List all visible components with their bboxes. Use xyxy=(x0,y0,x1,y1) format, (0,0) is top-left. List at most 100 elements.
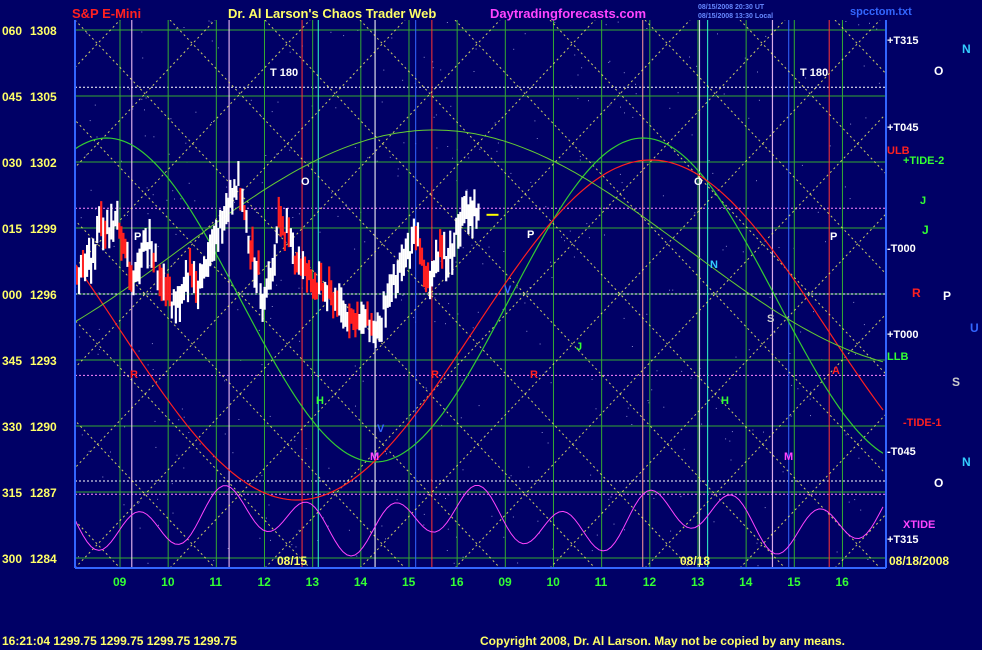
star-dot xyxy=(170,118,172,120)
date-label: 08/18 xyxy=(680,554,710,568)
star-dot xyxy=(764,507,766,509)
planet-label: R xyxy=(912,286,921,300)
star-dot xyxy=(337,215,339,217)
star-dot xyxy=(153,136,155,138)
star-dot xyxy=(669,289,670,291)
star-dot xyxy=(270,317,272,319)
in-chart-label: T 180 xyxy=(800,67,828,79)
star-dot xyxy=(713,521,715,523)
star-dot xyxy=(425,387,427,389)
star-dot xyxy=(477,311,479,313)
star-dot xyxy=(348,529,350,531)
star-dot xyxy=(550,261,552,263)
star-dot xyxy=(172,263,174,265)
star-dot xyxy=(423,513,425,515)
star-dot xyxy=(627,407,629,409)
star-dot xyxy=(396,499,398,501)
star-dot xyxy=(183,27,185,28)
star-dot xyxy=(689,56,690,58)
star-dot xyxy=(381,101,383,103)
star-dot xyxy=(144,109,145,111)
star-dot xyxy=(147,213,149,215)
star-dot xyxy=(748,349,750,351)
star-dot xyxy=(447,528,449,530)
star-dot xyxy=(774,332,776,334)
y-tick-price-label: 1290 xyxy=(30,420,57,434)
star-dot xyxy=(268,504,270,506)
star-dot xyxy=(647,400,649,401)
star-dot xyxy=(166,199,168,201)
right-level-label: -T000 xyxy=(887,243,916,255)
y-tick-price-label: 1293 xyxy=(30,354,57,368)
y-tick-price-label: 1296 xyxy=(30,288,57,302)
star-dot xyxy=(88,450,90,452)
star-dot xyxy=(367,157,369,159)
star-dot xyxy=(98,328,100,330)
star-dot xyxy=(712,172,714,174)
star-dot xyxy=(646,28,648,29)
in-chart-label: M xyxy=(370,451,379,463)
in-chart-label: V xyxy=(377,423,385,435)
star-dot xyxy=(433,116,435,118)
star-dot xyxy=(595,408,597,410)
star-dot xyxy=(554,21,556,23)
star-dot xyxy=(383,69,385,71)
star-dot xyxy=(561,236,562,238)
star-dot xyxy=(858,24,860,26)
star-dot xyxy=(211,40,213,42)
star-dot xyxy=(813,311,814,313)
star-dot xyxy=(386,453,387,455)
star-dot xyxy=(149,265,151,267)
star-dot xyxy=(690,377,692,379)
x-tick-label: 10 xyxy=(161,575,175,589)
star-dot xyxy=(472,327,474,329)
star-dot xyxy=(653,497,655,499)
star-dot xyxy=(468,157,470,159)
star-dot xyxy=(680,496,682,498)
star-dot xyxy=(259,537,261,539)
star-dot xyxy=(185,142,187,144)
star-dot xyxy=(617,21,619,23)
star-dot xyxy=(800,331,802,333)
in-chart-label: P xyxy=(830,231,837,243)
in-chart-label: P xyxy=(527,229,534,241)
star-dot xyxy=(757,71,758,73)
star-dot xyxy=(180,198,182,200)
star-dot xyxy=(497,142,499,144)
star-dot xyxy=(285,493,287,495)
in-chart-label: S xyxy=(767,313,774,325)
star-dot xyxy=(632,116,634,118)
star-dot xyxy=(570,85,572,87)
star-dot xyxy=(434,321,436,323)
star-dot xyxy=(488,246,490,248)
star-dot xyxy=(613,523,615,525)
star-dot xyxy=(199,443,201,445)
star-dot xyxy=(742,251,744,253)
star-dot xyxy=(237,309,239,311)
star-dot xyxy=(581,67,583,69)
star-dot xyxy=(397,175,399,177)
star-dot xyxy=(181,408,183,410)
star-dot xyxy=(623,317,625,319)
star-dot xyxy=(224,433,226,435)
star-dot xyxy=(256,211,257,213)
star-dot xyxy=(78,556,79,558)
star-dot xyxy=(81,434,83,436)
star-dot xyxy=(265,155,267,156)
right-level-label: +T315 xyxy=(887,534,919,546)
x-tick-label: 14 xyxy=(739,575,753,589)
y-tick-angle-label: 300 xyxy=(2,552,22,566)
star-dot xyxy=(588,237,590,239)
y-tick-price-label: 1305 xyxy=(30,90,57,104)
star-dot xyxy=(677,92,679,94)
star-dot xyxy=(445,323,446,325)
star-dot xyxy=(178,419,180,421)
star-dot xyxy=(670,530,672,532)
planet-label: O xyxy=(934,476,943,490)
star-dot xyxy=(183,467,185,469)
star-dot xyxy=(95,208,97,210)
star-dot xyxy=(446,550,448,551)
x-tick-label: 15 xyxy=(787,575,801,589)
star-dot xyxy=(537,520,539,522)
star-dot xyxy=(752,429,754,431)
